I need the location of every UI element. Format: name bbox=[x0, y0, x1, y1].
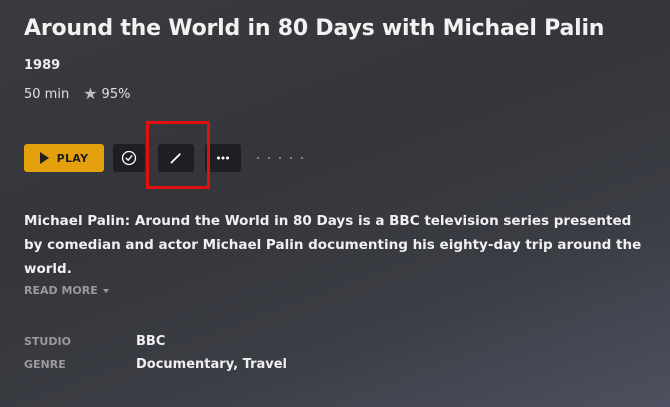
rating: 95% bbox=[101, 86, 131, 102]
play-icon bbox=[39, 152, 49, 164]
studio-row: STUDIO BBC bbox=[24, 334, 165, 349]
play-button[interactable]: PLAY bbox=[24, 144, 104, 172]
studio-value[interactable]: BBC bbox=[136, 334, 165, 349]
read-more-label: READ MORE bbox=[24, 284, 98, 297]
genre-value[interactable]: Documentary, Travel bbox=[136, 357, 287, 372]
duration: 50 min bbox=[24, 86, 70, 102]
highlight-annotation bbox=[146, 121, 210, 189]
mark-watched-button[interactable] bbox=[113, 144, 145, 172]
summary-text: Michael Palin: Around the World in 80 Da… bbox=[24, 213, 642, 277]
more-options-button[interactable] bbox=[205, 144, 241, 172]
genre-label: GENRE bbox=[24, 358, 66, 371]
meta-row: 50 min ★ 95% bbox=[24, 86, 130, 102]
read-more-link[interactable]: READ MORE bbox=[24, 284, 109, 297]
ellipsis-icon bbox=[217, 156, 229, 160]
release-year: 1989 bbox=[24, 58, 61, 73]
caret-down-icon bbox=[102, 288, 109, 293]
loading-dots bbox=[257, 157, 303, 159]
page-title: Around the World in 80 Days with Michael… bbox=[24, 16, 605, 41]
play-label: PLAY bbox=[56, 151, 89, 165]
studio-label: STUDIO bbox=[24, 335, 71, 348]
check-circle-icon bbox=[121, 150, 137, 166]
star-icon: ★ bbox=[83, 84, 98, 103]
genre-row: GENRE Documentary, Travel bbox=[24, 357, 287, 372]
